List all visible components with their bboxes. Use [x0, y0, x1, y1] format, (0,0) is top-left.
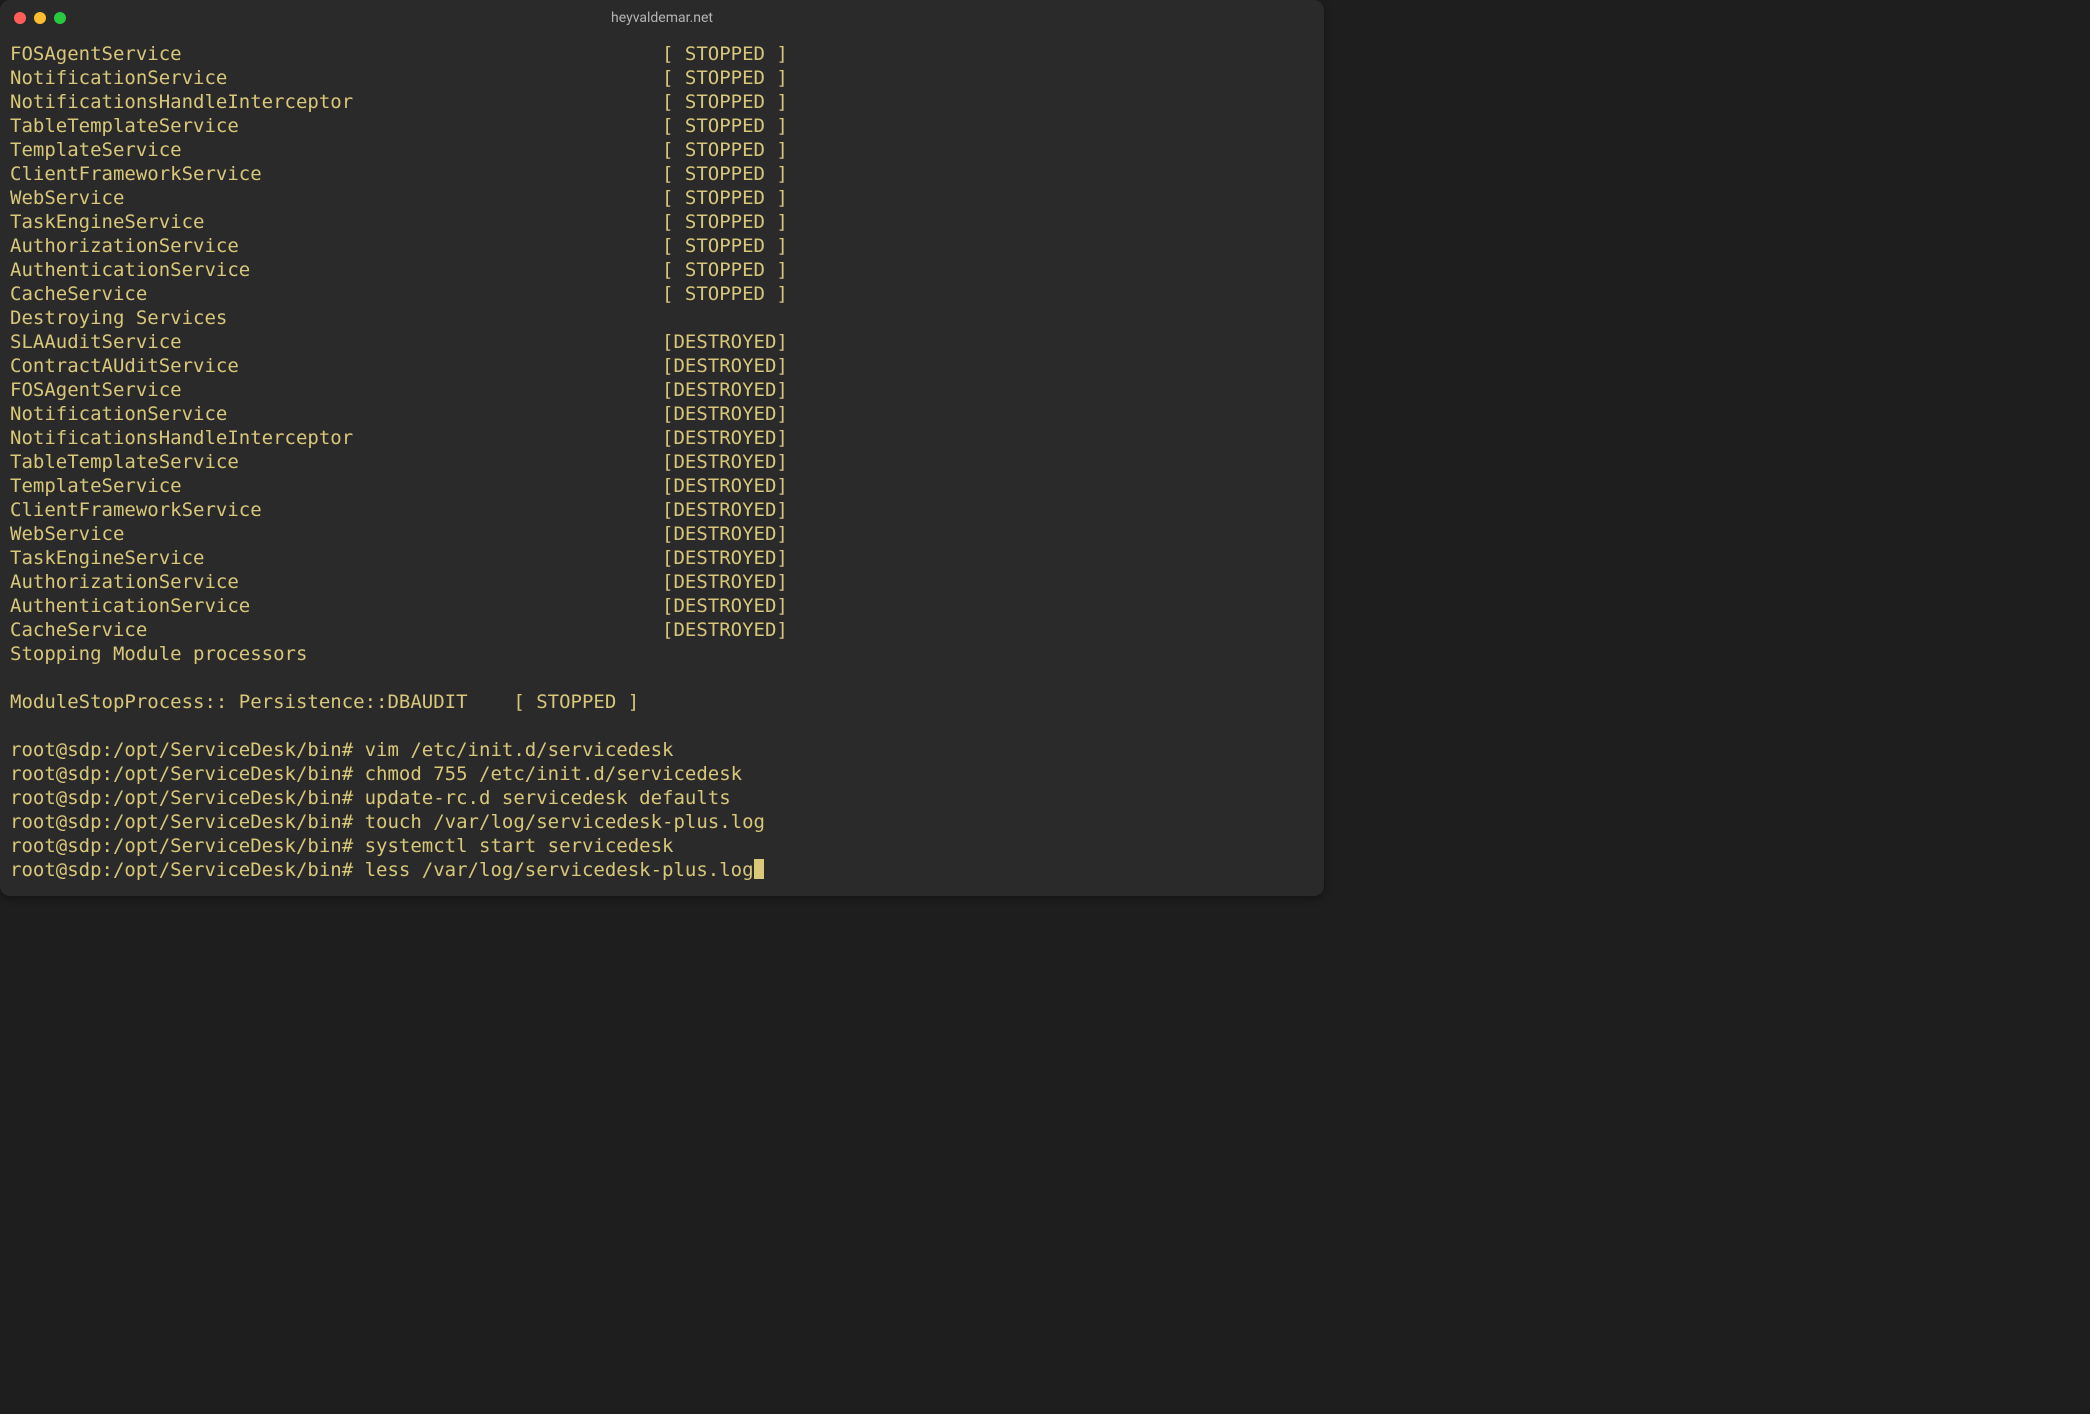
- service-status-line: TemplateService [DESTROYED]: [10, 474, 1314, 498]
- terminal-window: heyvaldemar.net FOSAgentService [ STOPPE…: [0, 0, 1324, 896]
- service-status-line: AuthenticationService [ STOPPED ]: [10, 258, 1314, 282]
- command: less /var/log/servicedesk-plus.log: [365, 859, 754, 881]
- service-status-line: ContractAUditService [DESTROYED]: [10, 354, 1314, 378]
- minimize-icon[interactable]: [34, 12, 46, 24]
- prompt-line: root@sdp:/opt/ServiceDesk/bin# chmod 755…: [10, 762, 1314, 786]
- service-status-line: NotificationsHandleInterceptor [ STOPPED…: [10, 90, 1314, 114]
- service-status-line: TemplateService [ STOPPED ]: [10, 138, 1314, 162]
- command: touch /var/log/servicedesk-plus.log: [365, 811, 765, 833]
- service-status-line: AuthorizationService [DESTROYED]: [10, 570, 1314, 594]
- command: systemctl start servicedesk: [365, 835, 674, 857]
- command: chmod 755 /etc/init.d/servicedesk: [365, 763, 743, 785]
- cursor-icon: [754, 859, 764, 879]
- module-stop-line: ModuleStopProcess:: Persistence::DBAUDIT…: [10, 690, 1314, 714]
- service-status-line: CacheService [ STOPPED ]: [10, 282, 1314, 306]
- prompt-line: root@sdp:/opt/ServiceDesk/bin# update-rc…: [10, 786, 1314, 810]
- prompt: root@sdp:/opt/ServiceDesk/bin#: [10, 835, 365, 857]
- service-status-line: AuthenticationService [DESTROYED]: [10, 594, 1314, 618]
- terminal-body[interactable]: FOSAgentService [ STOPPED ]NotificationS…: [0, 36, 1324, 896]
- blank-line: [10, 666, 1314, 690]
- service-status-line: ClientFrameworkService [DESTROYED]: [10, 498, 1314, 522]
- service-status-line: NotificationService [ STOPPED ]: [10, 66, 1314, 90]
- service-status-line: TableTemplateService [ STOPPED ]: [10, 114, 1314, 138]
- service-status-line: CacheService [DESTROYED]: [10, 618, 1314, 642]
- service-status-line: AuthorizationService [ STOPPED ]: [10, 234, 1314, 258]
- service-status-line: TableTemplateService [DESTROYED]: [10, 450, 1314, 474]
- prompt-line: root@sdp:/opt/ServiceDesk/bin# systemctl…: [10, 834, 1314, 858]
- service-status-line: WebService [DESTROYED]: [10, 522, 1314, 546]
- command: vim /etc/init.d/servicedesk: [365, 739, 674, 761]
- service-status-line: ClientFrameworkService [ STOPPED ]: [10, 162, 1314, 186]
- prompt: root@sdp:/opt/ServiceDesk/bin#: [10, 787, 365, 809]
- section-header: Destroying Services: [10, 306, 1314, 330]
- service-status-line: FOSAgentService [DESTROYED]: [10, 378, 1314, 402]
- service-status-line: NotificationsHandleInterceptor [DESTROYE…: [10, 426, 1314, 450]
- prompt: root@sdp:/opt/ServiceDesk/bin#: [10, 763, 365, 785]
- section-header: Stopping Module processors: [10, 642, 1314, 666]
- service-status-line: NotificationService [DESTROYED]: [10, 402, 1314, 426]
- titlebar: heyvaldemar.net: [0, 0, 1324, 36]
- service-status-line: TaskEngineService [DESTROYED]: [10, 546, 1314, 570]
- window-controls: [14, 12, 66, 24]
- prompt: root@sdp:/opt/ServiceDesk/bin#: [10, 811, 365, 833]
- service-status-line: WebService [ STOPPED ]: [10, 186, 1314, 210]
- close-icon[interactable]: [14, 12, 26, 24]
- prompt: root@sdp:/opt/ServiceDesk/bin#: [10, 739, 365, 761]
- prompt: root@sdp:/opt/ServiceDesk/bin#: [10, 859, 365, 881]
- window-title: heyvaldemar.net: [611, 10, 713, 26]
- command: update-rc.d servicedesk defaults: [365, 787, 731, 809]
- zoom-icon[interactable]: [54, 12, 66, 24]
- service-status-line: FOSAgentService [ STOPPED ]: [10, 42, 1314, 66]
- prompt-line: root@sdp:/opt/ServiceDesk/bin# less /var…: [10, 858, 1314, 882]
- prompt-line: root@sdp:/opt/ServiceDesk/bin# vim /etc/…: [10, 738, 1314, 762]
- service-status-line: SLAAuditService [DESTROYED]: [10, 330, 1314, 354]
- service-status-line: TaskEngineService [ STOPPED ]: [10, 210, 1314, 234]
- prompt-line: root@sdp:/opt/ServiceDesk/bin# touch /va…: [10, 810, 1314, 834]
- blank-line: [10, 714, 1314, 738]
